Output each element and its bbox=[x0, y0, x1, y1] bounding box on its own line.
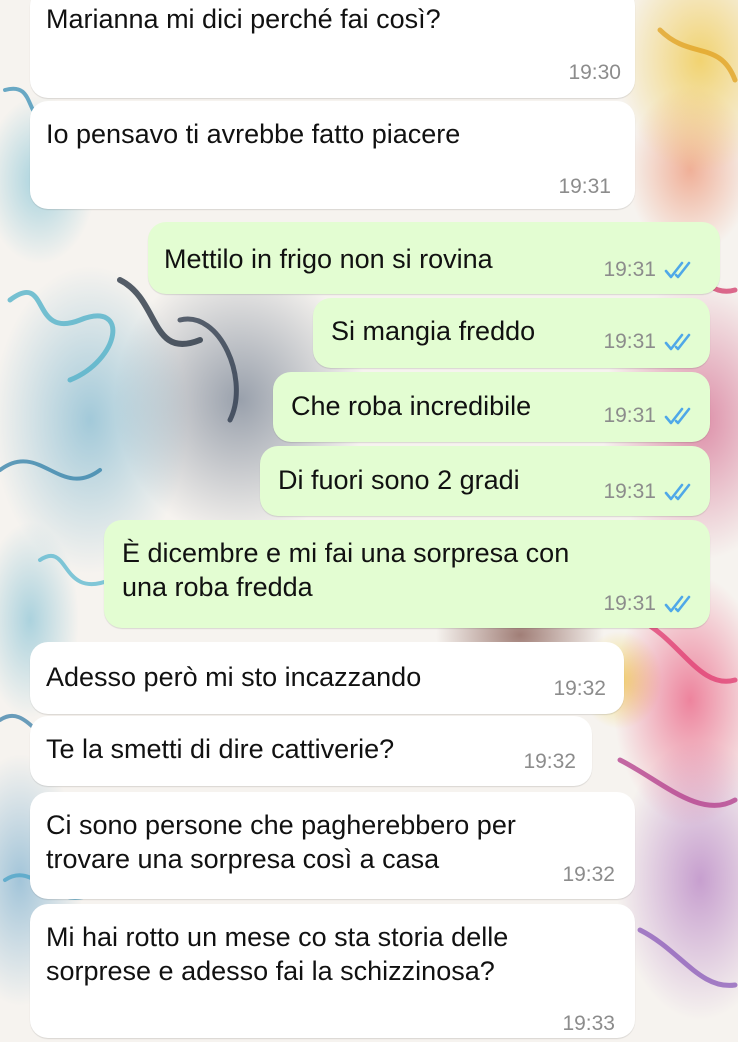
message-time: 19:31 bbox=[603, 404, 656, 427]
message-time: 19:31 bbox=[558, 175, 611, 198]
message-time: 19:31 bbox=[603, 592, 656, 615]
message-time: 19:31 bbox=[603, 258, 656, 281]
message-meta: 19:32 bbox=[553, 677, 606, 701]
incoming-message[interactable]: Mi hai rotto un mese co sta storia delle… bbox=[30, 904, 635, 1038]
message-text: Marianna mi dici perché fai così? bbox=[46, 4, 441, 34]
message-time: 19:31 bbox=[603, 480, 656, 503]
outgoing-message[interactable]: È dicembre e mi fai una sorpresa con una… bbox=[104, 520, 710, 628]
message-text: Mi hai rotto un mese co sta storia delle… bbox=[46, 922, 509, 986]
outgoing-message[interactable]: Che roba incredibile 19:31 bbox=[273, 372, 710, 442]
message-time: 19:32 bbox=[562, 863, 615, 886]
message-text: Si mangia freddo bbox=[331, 316, 536, 346]
chat-conversation: Marianna mi dici perché fai così? 19:30 … bbox=[0, 0, 738, 1042]
message-time: 19:31 bbox=[603, 330, 656, 353]
message-meta: 19:31 bbox=[603, 330, 692, 354]
outgoing-message[interactable]: Mettilo in frigo non si rovina 19:31 bbox=[148, 222, 720, 294]
message-text: Ci sono persone che pagherebbero per tro… bbox=[46, 810, 516, 874]
message-text: Adesso però mi sto incazzando bbox=[46, 662, 422, 692]
message-text: È dicembre e mi fai una sorpresa con una… bbox=[122, 538, 570, 602]
message-meta: 19:32 bbox=[562, 863, 615, 887]
double-check-read-icon bbox=[664, 261, 691, 279]
message-text: Mettilo in frigo non si rovina bbox=[164, 244, 493, 274]
incoming-message[interactable]: Adesso però mi sto incazzando 19:32 bbox=[30, 642, 624, 714]
double-check-read-icon bbox=[664, 333, 691, 351]
incoming-message[interactable]: Marianna mi dici perché fai così? 19:30 bbox=[30, 0, 635, 98]
message-meta: 19:33 bbox=[562, 1012, 615, 1036]
double-check-read-icon bbox=[664, 595, 691, 613]
message-text: Che roba incredibile bbox=[291, 391, 532, 421]
outgoing-message[interactable]: Di fuori sono 2 gradi 19:31 bbox=[260, 446, 710, 516]
message-text: Di fuori sono 2 gradi bbox=[278, 465, 520, 495]
message-time: 19:32 bbox=[553, 677, 606, 700]
message-meta: 19:31 bbox=[603, 258, 692, 282]
message-meta: 19:31 bbox=[603, 480, 692, 504]
message-meta: 19:31 bbox=[603, 592, 692, 616]
incoming-message[interactable]: Io pensavo ti avrebbe fatto piacere 19:3… bbox=[30, 101, 635, 209]
message-time: 19:32 bbox=[523, 750, 576, 773]
outgoing-message[interactable]: Si mangia freddo 19:31 bbox=[313, 298, 710, 368]
message-text: Io pensavo ti avrebbe fatto piacere bbox=[46, 119, 461, 149]
message-meta: 19:31 bbox=[558, 175, 611, 199]
message-time: 19:30 bbox=[568, 61, 621, 84]
message-meta: 19:32 bbox=[523, 750, 576, 774]
double-check-read-icon bbox=[664, 407, 691, 425]
message-meta: 19:31 bbox=[603, 404, 692, 428]
double-check-read-icon bbox=[664, 483, 691, 501]
message-text: Te la smetti di dire cattiverie? bbox=[46, 734, 395, 764]
message-time: 19:33 bbox=[562, 1012, 615, 1035]
incoming-message[interactable]: Te la smetti di dire cattiverie? 19:32 bbox=[30, 716, 592, 786]
message-meta: 19:30 bbox=[568, 61, 621, 85]
incoming-message[interactable]: Ci sono persone che pagherebbero per tro… bbox=[30, 792, 635, 899]
